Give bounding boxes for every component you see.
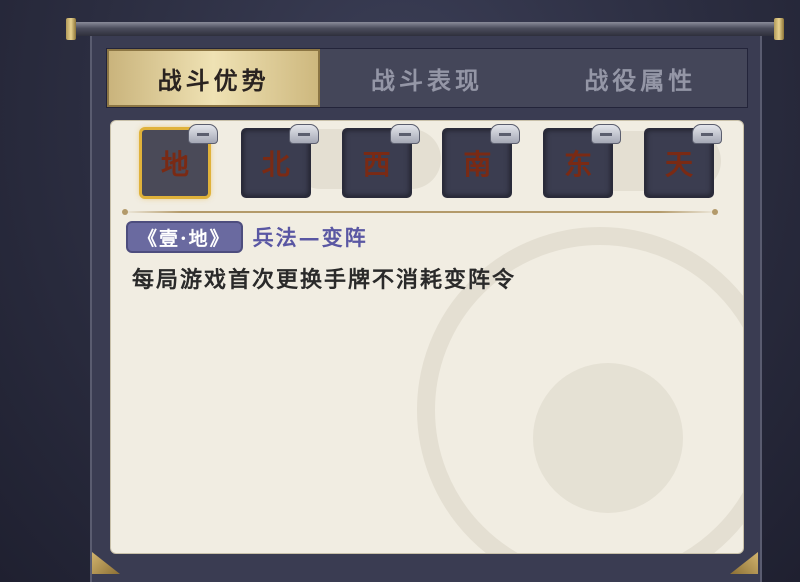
tab-battle-performance[interactable]: 战斗表现 bbox=[320, 49, 533, 107]
section-divider bbox=[122, 209, 718, 215]
lock-tag-icon bbox=[490, 124, 521, 144]
divider-dot bbox=[712, 209, 718, 215]
lock-tag-icon bbox=[188, 124, 218, 144]
scroll-rod bbox=[72, 22, 780, 36]
tab-bar: 战斗优势 战斗表现 战役属性 bbox=[106, 48, 748, 108]
seal-button-tian[interactable]: 天 bbox=[645, 124, 722, 196]
seal-char: 地 bbox=[160, 148, 189, 181]
seal-button-dong[interactable]: 东 bbox=[545, 124, 622, 196]
seal-button-di[interactable]: 地 bbox=[142, 124, 218, 196]
tab-battle-advantage[interactable]: 战斗优势 bbox=[107, 49, 321, 107]
seal-button-xi[interactable]: 西 bbox=[343, 124, 420, 196]
skill-heading: 《壹·地》 兵法—变阵 bbox=[128, 222, 368, 252]
lock-tag-icon bbox=[591, 124, 622, 144]
seal-row: 地 北 西 南 东 天 bbox=[142, 124, 722, 200]
seal-button-nan[interactable]: 南 bbox=[444, 124, 521, 196]
seal-char: 南 bbox=[463, 148, 492, 181]
tab-campaign-attributes[interactable]: 战役属性 bbox=[534, 49, 747, 107]
level-badge: 《壹·地》 bbox=[128, 223, 241, 251]
rod-cap-right bbox=[774, 18, 784, 40]
seal-char: 北 bbox=[261, 148, 290, 181]
divider-dot bbox=[122, 209, 128, 215]
rod-cap-left bbox=[66, 18, 76, 40]
emblem-center-watermark bbox=[533, 363, 683, 513]
lock-tag-icon bbox=[288, 124, 319, 144]
seal-char: 东 bbox=[564, 148, 593, 181]
lock-tag-icon bbox=[691, 124, 722, 144]
skill-name: 兵法—变阵 bbox=[252, 225, 368, 250]
seal-char: 西 bbox=[362, 148, 391, 181]
lock-tag-icon bbox=[389, 124, 420, 144]
skill-description: 每局游戏首次更换手牌不消耗变阵令 bbox=[132, 267, 517, 293]
seal-button-bei[interactable]: 北 bbox=[242, 124, 319, 196]
seal-char: 天 bbox=[664, 148, 693, 181]
